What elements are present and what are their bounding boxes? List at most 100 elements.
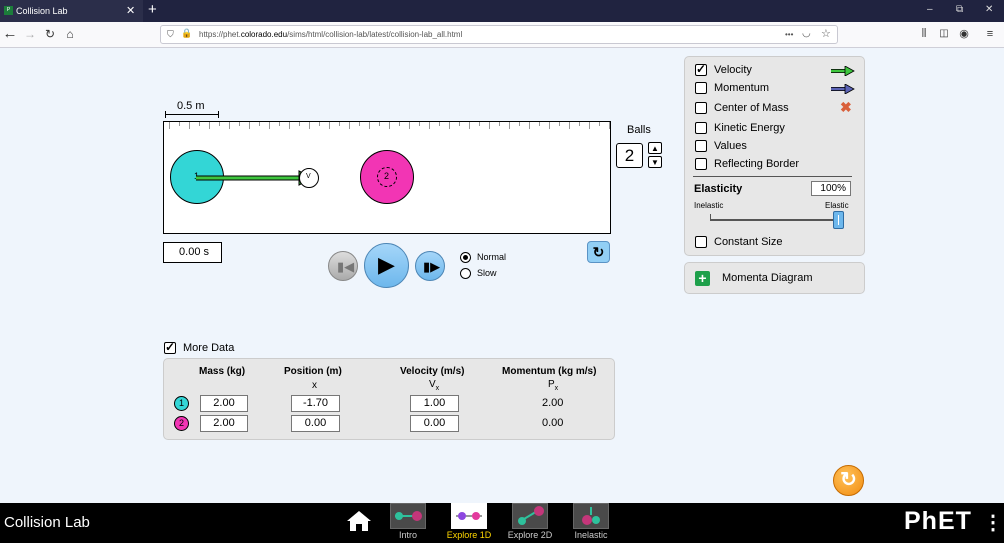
restore-window-icon[interactable]: ⧉ bbox=[956, 4, 963, 15]
tab-title: Collision Lab bbox=[16, 6, 68, 16]
momentum-label: Momentum bbox=[714, 82, 770, 94]
more-data-checkbox[interactable]: ✓ bbox=[164, 340, 176, 354]
ruler-tick bbox=[529, 122, 530, 129]
velocity-checkbox[interactable]: ✓ bbox=[695, 62, 707, 76]
inelastic-label: Inelastic bbox=[694, 201, 724, 210]
momentum-checkbox[interactable] bbox=[695, 82, 707, 94]
reload-icon[interactable]: ↻ bbox=[42, 26, 58, 42]
ruler-tick bbox=[369, 122, 370, 129]
momenta-diagram-label: Momenta Diagram bbox=[722, 272, 813, 284]
velocity-arrow[interactable] bbox=[196, 168, 316, 188]
ruler-tick bbox=[389, 122, 390, 129]
screen-intro-button[interactable] bbox=[390, 503, 426, 529]
ball-1-position[interactable]: -1.70 bbox=[291, 395, 340, 412]
reflecting-border-checkbox[interactable] bbox=[695, 158, 707, 170]
pocket-icon[interactable]: ◡ bbox=[802, 28, 811, 39]
center-of-mass-checkbox[interactable] bbox=[695, 102, 707, 114]
library-icon[interactable]: ⫼ bbox=[916, 26, 932, 42]
home-icon bbox=[347, 511, 371, 531]
speed-slow-label: Slow bbox=[477, 268, 497, 278]
kinetic-energy-label: Kinetic Energy bbox=[714, 122, 785, 134]
step-back-icon: ▮◀ bbox=[337, 259, 355, 274]
ruler-tick bbox=[469, 122, 470, 129]
screen-explore-2d-button[interactable] bbox=[512, 503, 548, 529]
speed-slow-radio[interactable] bbox=[460, 268, 471, 279]
screen-explore-2d-label: Explore 2D bbox=[507, 530, 553, 540]
menu-icon[interactable]: ≡ bbox=[982, 26, 998, 42]
ball-2-mass[interactable]: 2.00 bbox=[200, 415, 248, 432]
restart-button[interactable]: ↻ bbox=[587, 241, 610, 263]
header-mass: Mass (kg) bbox=[199, 366, 246, 377]
values-label: Values bbox=[714, 140, 747, 152]
minimize-window-icon[interactable]: – bbox=[927, 4, 933, 15]
ruler-tick bbox=[289, 122, 290, 129]
ball-2-row-icon: 2 bbox=[174, 416, 189, 431]
lock-icon: 🔒 bbox=[181, 28, 193, 38]
browser-tab[interactable]: P Collision Lab ✕ bbox=[0, 0, 143, 22]
phet-menu-icon[interactable]: ⋮ bbox=[983, 510, 1003, 535]
elasticity-slider-track[interactable] bbox=[710, 219, 840, 221]
speed-normal-radio[interactable] bbox=[460, 252, 471, 263]
expand-plus-icon[interactable]: + bbox=[695, 271, 710, 286]
momenta-diagram-panel[interactable]: + Momenta Diagram bbox=[684, 262, 865, 294]
values-checkbox[interactable] bbox=[695, 140, 707, 152]
forward-icon[interactable]: → bbox=[22, 26, 38, 42]
account-icon[interactable]: ◉ bbox=[956, 26, 972, 42]
ruler-tick bbox=[249, 122, 250, 129]
phet-logo: PhET bbox=[904, 507, 972, 535]
shield-icon: ⛉ bbox=[167, 29, 174, 39]
slider-min-tick bbox=[710, 214, 711, 220]
elasticity-slider-thumb[interactable] bbox=[833, 211, 844, 229]
close-tab-icon[interactable]: ✕ bbox=[126, 4, 135, 17]
velocity-arrow-icon bbox=[831, 66, 855, 76]
ruler-tick bbox=[329, 122, 330, 129]
step-forward-button[interactable]: ▮▶ bbox=[415, 251, 445, 281]
phet-favicon-icon: P bbox=[4, 6, 13, 15]
back-icon[interactable]: ← bbox=[2, 26, 18, 42]
ball-2-position[interactable]: 0.00 bbox=[291, 415, 340, 432]
reset-all-button[interactable]: ↻ bbox=[833, 465, 864, 496]
elasticity-value: 100% bbox=[811, 181, 851, 196]
balls-decrement-button[interactable]: ▼ bbox=[648, 156, 662, 168]
more-data-label: More Data bbox=[183, 342, 235, 354]
ruler-tick bbox=[489, 122, 490, 129]
sidebar-icon[interactable]: ◫ bbox=[936, 26, 952, 42]
balls-increment-button[interactable]: ▲ bbox=[648, 142, 662, 154]
ball-2-number: 2 bbox=[384, 171, 390, 181]
close-window-icon[interactable]: ✕ bbox=[985, 4, 993, 15]
ruler-tick bbox=[349, 122, 350, 129]
balls-count: 2 bbox=[616, 143, 643, 168]
home-button[interactable] bbox=[346, 509, 374, 535]
ball-1-mass[interactable]: 2.00 bbox=[200, 395, 248, 412]
page-actions-icon[interactable]: ••• bbox=[785, 30, 793, 39]
step-back-button[interactable]: ▮◀ bbox=[328, 251, 358, 281]
explore-2d-screen-icon bbox=[518, 506, 544, 525]
play-button[interactable]: ▶ bbox=[364, 243, 409, 288]
ball-1-row-icon: 1 bbox=[174, 396, 189, 411]
app-title: Collision Lab bbox=[4, 514, 90, 531]
ruler-tick bbox=[549, 122, 550, 129]
ruler-tick bbox=[409, 122, 410, 129]
scale-bar-right-cap bbox=[218, 111, 219, 118]
explore-1d-screen-icon bbox=[456, 512, 482, 520]
ball-1-velocity[interactable]: 1.00 bbox=[410, 395, 459, 412]
bookmark-star-icon[interactable]: ☆ bbox=[821, 27, 831, 40]
play-icon: ▶ bbox=[378, 252, 395, 277]
new-tab-icon[interactable]: + bbox=[148, 1, 157, 18]
scale-label: 0.5 m bbox=[177, 100, 205, 112]
kinetic-energy-checkbox[interactable] bbox=[695, 122, 707, 134]
screen-inelastic-button[interactable] bbox=[573, 503, 609, 529]
ball-2-velocity[interactable]: 0.00 bbox=[410, 415, 459, 432]
screen-explore-1d-button[interactable] bbox=[451, 503, 487, 529]
ruler-tick bbox=[309, 122, 310, 129]
header-momentum: Momentum (kg m/s) bbox=[502, 366, 597, 377]
home-icon[interactable]: ⌂ bbox=[62, 26, 78, 42]
constant-size-checkbox[interactable] bbox=[695, 236, 707, 248]
intro-screen-icon bbox=[395, 511, 422, 521]
header-velocity: Velocity (m/s) bbox=[400, 366, 465, 377]
ruler-tick bbox=[509, 122, 510, 129]
url-bar[interactable]: ⛉ 🔒 https://phet.colorado.edu/sims/html/… bbox=[160, 25, 838, 44]
momentum-arrow-icon bbox=[831, 84, 855, 94]
screen-inelastic-label: Inelastic bbox=[574, 530, 608, 540]
ball-2-momentum: 0.00 bbox=[542, 417, 564, 429]
